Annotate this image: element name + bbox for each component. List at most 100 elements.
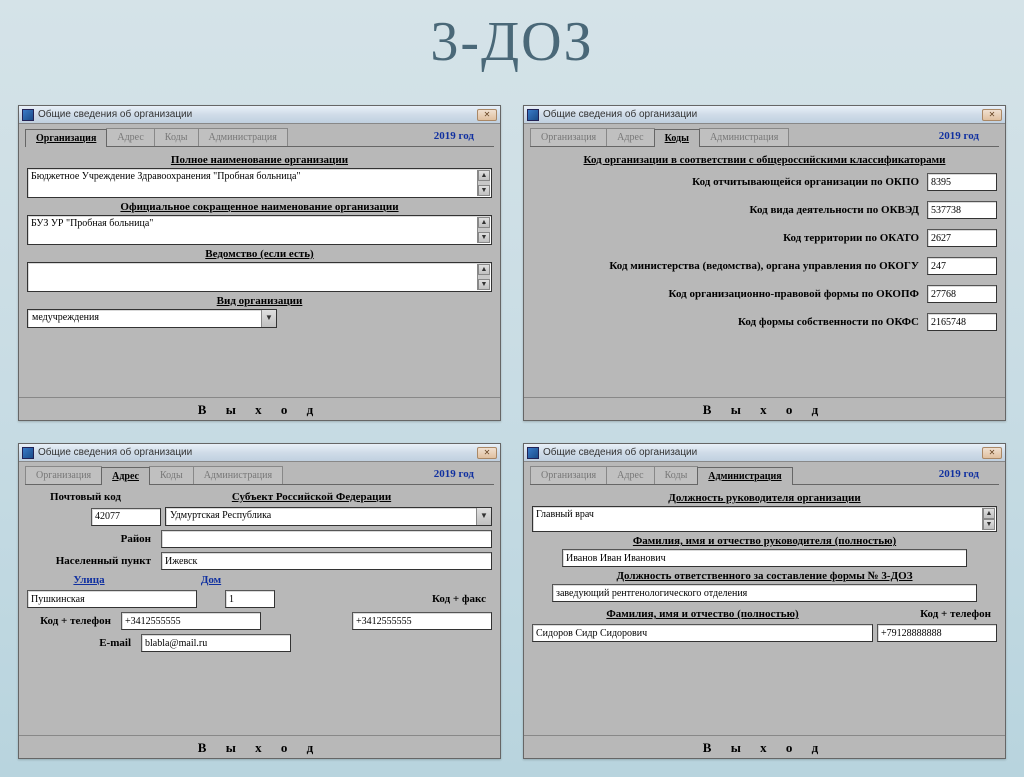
window-organization: Общие сведения об организации ✕ Организа… [18,105,501,421]
code-okopf-input[interactable] [927,285,997,303]
code-row-okved: Код вида деятельности по ОКВЭД [532,201,997,219]
window-admin: Общие сведения об организации ✕ Организа… [523,443,1006,759]
tab-organization[interactable]: Организация [530,466,607,484]
tab-admin[interactable]: Администрация [198,128,288,146]
tabbar: Организация Адрес Коды Администрация 201… [524,462,1005,484]
tab-organization[interactable]: Организация [25,129,107,147]
close-icon[interactable]: ✕ [477,109,497,121]
district-input[interactable] [161,530,492,548]
resp-post-input[interactable] [552,584,977,602]
app-icon [22,109,34,121]
year-label: 2019 год [939,130,979,145]
short-name-input[interactable]: БУЗ УР "Пробная больница" ▲▼ [27,215,492,245]
windows-grid: Общие сведения об организации ✕ Организа… [18,105,1006,759]
code-okfs-input[interactable] [927,313,997,331]
chief-name-label: Фамилия, имя и отчество руководителя (по… [532,535,997,547]
close-icon[interactable]: ✕ [982,447,1002,459]
window-title: Общие сведения об организации [38,447,192,458]
chevron-down-icon[interactable]: ▼ [476,508,491,525]
body-codes: Код организации в соответствии с общерос… [524,147,1005,397]
code-okato-input[interactable] [927,229,997,247]
window-title: Общие сведения об организации [38,109,192,120]
year-label: 2019 год [434,130,474,145]
town-label: Населенный пункт [27,555,157,567]
window-title: Общие сведения об организации [543,447,697,458]
close-icon[interactable]: ✕ [982,109,1002,121]
titlebar: Общие сведения об организации ✕ [524,444,1005,462]
phone-label: Код + телефон [27,615,117,627]
full-name-label: Полное наименование организации [27,154,492,166]
house-input[interactable] [225,590,275,608]
app-icon [527,109,539,121]
chevron-down-icon[interactable]: ▼ [261,310,276,327]
subject-select[interactable]: Удмуртская Республика ▼ [165,507,492,526]
code-label: Код отчитывающейся организации по ОКПО [532,176,927,188]
window-codes: Общие сведения об организации ✕ Организа… [523,105,1006,421]
exit-button[interactable]: В ы х о д [524,735,1005,758]
window-title: Общие сведения об организации [543,109,697,120]
code-label: Код территории по ОКАТО [532,232,927,244]
kind-label: Вид организации [27,295,492,307]
full-name-input[interactable]: Бюджетное Учреждение Здравоохранения "Пр… [27,168,492,198]
resp-phone-input[interactable] [877,624,997,642]
tab-codes[interactable]: Коды [654,466,699,484]
subject-value: Удмуртская Республика [166,508,476,525]
tab-admin[interactable]: Администрация [697,467,792,485]
body-organization: Полное наименование организации Бюджетно… [19,147,500,397]
scrollbar[interactable]: ▲▼ [477,170,490,196]
tabbar: Организация Адрес Коды Администрация 201… [19,124,500,146]
code-label: Код вида деятельности по ОКВЭД [532,204,927,216]
street-label: Улица [73,574,104,586]
body-address: Почтовый код Субъект Российской Федераци… [19,485,500,735]
postcode-input[interactable] [91,508,161,526]
fax-input[interactable] [352,612,492,630]
agency-input[interactable]: ▲▼ [27,262,492,292]
code-label: Код министерства (ведомства), органа упр… [532,260,927,272]
body-admin: Должность руководителя организации Главн… [524,485,1005,735]
scrollbar[interactable]: ▲▼ [477,264,490,290]
postcode-label: Почтовый код [27,491,127,503]
tab-organization[interactable]: Организация [25,466,102,484]
chief-post-label: Должность руководителя организации [532,492,997,504]
tab-address[interactable]: Адрес [606,466,654,484]
code-okved-input[interactable] [927,201,997,219]
code-row-okato: Код территории по ОКАТО [532,229,997,247]
tab-address[interactable]: Адрес [101,467,150,485]
resp-name-input[interactable] [532,624,873,642]
scrollbar[interactable]: ▲▼ [982,508,995,530]
tab-address[interactable]: Адрес [106,128,154,146]
code-okpo-input[interactable] [927,173,997,191]
tab-admin[interactable]: Администрация [193,466,283,484]
tab-organization[interactable]: Организация [530,128,607,146]
tabbar: Организация Адрес Коды Администрация 201… [19,462,500,484]
full-name-value: Бюджетное Учреждение Здравоохранения "Пр… [31,171,301,182]
tab-codes[interactable]: Коды [149,466,194,484]
tab-address[interactable]: Адрес [606,128,654,146]
exit-button[interactable]: В ы х о д [524,397,1005,420]
code-okogu-input[interactable] [927,257,997,275]
close-icon[interactable]: ✕ [477,447,497,459]
fax-label: Код + факс [432,593,492,605]
street-input[interactable] [27,590,197,608]
tab-codes[interactable]: Коды [154,128,199,146]
email-label: E-mail [27,637,137,649]
code-row-okogu: Код министерства (ведомства), органа упр… [532,257,997,275]
tab-codes[interactable]: Коды [654,129,700,147]
scrollbar[interactable]: ▲▼ [477,217,490,243]
tabbar: Организация Адрес Коды Администрация 201… [524,124,1005,146]
email-input[interactable] [141,634,291,652]
town-input[interactable] [161,552,492,570]
phone-input[interactable] [121,612,261,630]
app-icon [527,447,539,459]
agency-label: Ведомство (если есть) [27,248,492,260]
app-icon [22,447,34,459]
exit-button[interactable]: В ы х о д [19,397,500,420]
kind-select[interactable]: медучреждения ▼ [27,309,277,328]
chief-post-input[interactable]: Главный врач ▲▼ [532,506,997,532]
code-row-okpo: Код отчитывающейся организации по ОКПО [532,173,997,191]
exit-button[interactable]: В ы х о д [19,735,500,758]
code-row-okfs: Код формы собственности по ОКФС [532,313,997,331]
chief-name-input[interactable] [562,549,967,567]
titlebar: Общие сведения об организации ✕ [524,106,1005,124]
tab-admin[interactable]: Администрация [699,128,789,146]
